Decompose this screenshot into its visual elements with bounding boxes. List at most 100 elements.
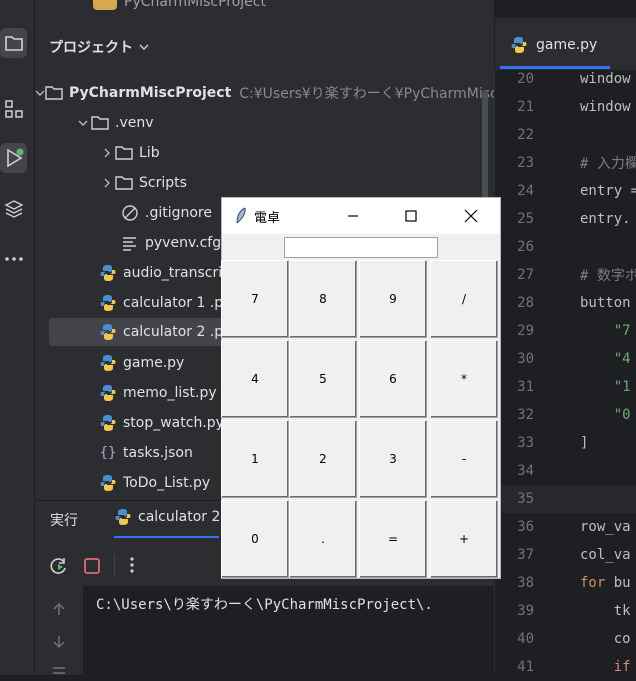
code-line[interactable]: 23 # 入力欄	[494, 149, 636, 177]
code-line[interactable]: 33]	[494, 429, 636, 457]
key-divide-button[interactable]: /	[430, 260, 498, 338]
chevron-right-icon	[99, 178, 115, 188]
key-4-button[interactable]: 4	[221, 340, 289, 418]
key-multiply-button[interactable]: *	[430, 340, 498, 418]
console-gutter	[35, 586, 83, 675]
minimize-icon	[348, 215, 358, 217]
folder-icon	[91, 114, 109, 132]
key-6-button[interactable]: 6	[359, 340, 427, 418]
close-icon	[464, 209, 478, 223]
tree-item-root[interactable]: PyCharmMiscProject C:¥Users¥り楽すわーく¥PyCha…	[35, 79, 520, 107]
editor-tab-label: game.py	[536, 37, 598, 53]
calculator-entry[interactable]	[284, 237, 438, 258]
project-badge-icon	[93, 0, 117, 10]
code-line[interactable]: 24 entry =	[494, 177, 636, 205]
code-line[interactable]: 21 window	[494, 93, 636, 121]
run-icon	[6, 148, 23, 168]
line-number: 20	[517, 71, 534, 87]
line-code: for bu	[580, 575, 631, 591]
key-1-button[interactable]: 1	[221, 420, 289, 498]
key-8-button[interactable]: 8	[289, 260, 357, 338]
key-decimal-button[interactable]: .	[289, 500, 357, 578]
tree-item-venv[interactable]: .venv	[35, 109, 494, 137]
run-tab[interactable]: calculator 2	[114, 508, 220, 526]
project-panel-title[interactable]: プロジェクト	[49, 37, 149, 57]
close-button[interactable]	[448, 198, 494, 234]
line-number: 21	[517, 99, 534, 115]
code-line[interactable]: 28 button	[494, 289, 636, 317]
arrow-down-icon[interactable]	[52, 635, 66, 649]
line-code: "4	[580, 351, 631, 367]
code-line[interactable]: 34	[494, 457, 636, 485]
key-plus-button[interactable]: +	[430, 500, 498, 578]
tree-item-label: memo_list.py	[123, 385, 217, 401]
line-code: "1	[580, 379, 631, 395]
line-number: 41	[517, 659, 534, 675]
code-line[interactable]: 29 "7	[494, 317, 636, 345]
tree-item-label: calculator 1 .py	[123, 295, 232, 311]
minimize-button[interactable]	[330, 198, 376, 234]
code-line[interactable]: 37 col_va	[494, 541, 636, 569]
console-line: C:\Users\り楽すわーく\PyCharmMiscProject\.	[96, 597, 433, 613]
line-code: "7	[580, 323, 631, 339]
code-line[interactable]: 38 for bu	[494, 569, 636, 597]
line-code: tk	[580, 603, 631, 619]
key-9-button[interactable]: 9	[359, 260, 427, 338]
python-file-icon	[99, 294, 117, 312]
layers-tool-button[interactable]	[0, 194, 27, 224]
json-file-icon: {}	[99, 445, 117, 461]
arrow-up-icon[interactable]	[52, 602, 66, 616]
code-line[interactable]: 40 co	[494, 625, 636, 653]
soft-wrap-icon[interactable]	[52, 666, 66, 675]
more-vertical-icon[interactable]	[129, 556, 135, 574]
key-5-button[interactable]: 5	[289, 340, 357, 418]
project-tool-button[interactable]	[0, 28, 27, 58]
code-line[interactable]: 27 # 数字ボ	[494, 261, 636, 289]
maximize-button[interactable]	[388, 198, 434, 234]
code-line[interactable]: 25 entry.	[494, 205, 636, 233]
code-line[interactable]: 20 window	[494, 65, 636, 93]
run-panel-title: 実行	[50, 513, 78, 529]
run-tool-button[interactable]	[0, 143, 27, 173]
tree-item-path: C:¥Users¥り楽すわーく¥PyCharmMiscPro	[239, 86, 520, 102]
line-number: 39	[517, 603, 534, 619]
tree-item-lib[interactable]: Lib	[35, 139, 494, 167]
layers-icon	[3, 200, 24, 218]
code-line[interactable]: 36 row_va	[494, 513, 636, 541]
key-7-button[interactable]: 7	[221, 260, 289, 338]
stop-icon[interactable]	[83, 557, 101, 575]
tree-item-label: ToDo_List.py	[123, 475, 211, 491]
code-line[interactable]: 30 "4	[494, 345, 636, 373]
chevron-down-icon	[75, 120, 91, 126]
more-tools-button[interactable]	[0, 244, 27, 274]
rerun-icon[interactable]	[49, 556, 69, 576]
line-code: entry =	[580, 183, 636, 199]
key-2-button[interactable]: 2	[289, 420, 357, 498]
structure-tool-button[interactable]	[0, 94, 27, 124]
code-line[interactable]: 26	[494, 233, 636, 261]
folder-icon	[45, 84, 63, 102]
code-line[interactable]: 39 tk	[494, 597, 636, 625]
key-3-button[interactable]: 3	[359, 420, 427, 498]
code-line[interactable]: 32 "0	[494, 401, 636, 429]
code-line[interactable]: 41 if	[494, 653, 636, 681]
code-line[interactable]: 35	[494, 485, 636, 513]
tree-item-label: pyvenv.cfg	[145, 235, 222, 251]
window-title: PyCharmMiscProject	[124, 0, 266, 10]
key-minus-button[interactable]: -	[430, 420, 498, 498]
python-file-icon	[99, 323, 117, 341]
tree-item-label: stop_watch.py	[123, 415, 224, 431]
tree-item-scripts[interactable]: Scripts	[35, 169, 494, 197]
code-line[interactable]: 22	[494, 121, 636, 149]
editor-tab-game[interactable]: game.py	[510, 36, 597, 54]
python-file-icon	[99, 384, 117, 402]
project-panel-title-label: プロジェクト	[49, 40, 133, 56]
key-equals-button[interactable]: =	[359, 500, 427, 578]
key-0-button[interactable]: 0	[221, 500, 289, 578]
folder-icon	[115, 144, 133, 162]
line-number: 40	[517, 631, 534, 647]
line-number: 23	[517, 155, 534, 171]
tree-item-label: .venv	[115, 115, 154, 131]
code-line[interactable]: 31 "1	[494, 373, 636, 401]
line-code: col_va	[580, 547, 631, 563]
